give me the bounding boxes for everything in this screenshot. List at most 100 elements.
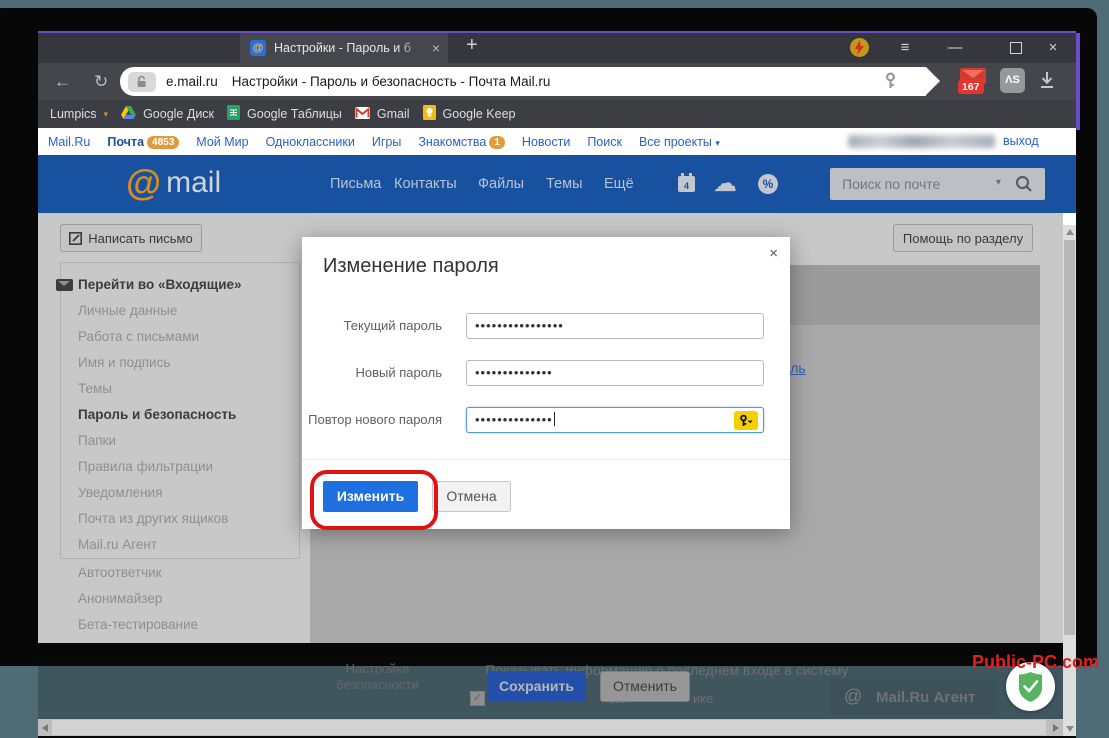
tab-close-icon[interactable]: × (432, 40, 440, 56)
nav-poisk[interactable]: Поиск (587, 135, 622, 149)
help-button[interactable]: Помощь по разделу (893, 224, 1033, 252)
change-password-dialog: × Изменение пароля Текущий пароль ••••••… (302, 237, 790, 529)
dialog-title: Изменение пароля (323, 255, 499, 278)
bookmark-google-keep[interactable]: Google Keep (423, 105, 516, 123)
nav-odnoklassniki[interactable]: Одноклассники (266, 135, 355, 149)
mail-notifier-icon[interactable]: 167 (958, 67, 992, 95)
header-nav-temy[interactable]: Темы (546, 155, 583, 213)
scroll-right-arrow[interactable] (1053, 724, 1059, 732)
dialog-footer-divider (302, 459, 790, 460)
tab-title: Настройки - Пароль и б (274, 41, 424, 55)
repeat-password-field[interactable]: •••••••••••••• (466, 407, 764, 433)
chevron-down-icon: ▾ (104, 109, 109, 120)
bookmark-google-sheets[interactable]: Google Таблицы (227, 105, 342, 123)
header-nav-pisma[interactable]: Письма (330, 155, 381, 213)
sidebar-item-password-security[interactable]: Пароль и безопасность (78, 407, 236, 422)
mail-header: @ mail Письма Контакты Файлы Темы Ещё 4 … (38, 155, 1076, 213)
google-keep-icon (423, 105, 436, 123)
inbox-envelope-icon (56, 279, 73, 291)
sidebar-item-agent[interactable]: Mail.ru Агент (78, 537, 157, 552)
maximize-button[interactable] (1010, 42, 1022, 54)
web-page: Mail.Ru Почта4853 Мой Мир Одноклассники … (38, 128, 1076, 643)
horizontal-scrollbar[interactable] (38, 719, 1063, 736)
horizontal-scroll-thumb[interactable] (52, 720, 1046, 735)
url-page-title: Настройки - Пароль и безопасность - Почт… (232, 74, 551, 89)
nav-novosti[interactable]: Новости (522, 135, 570, 149)
mailru-favicon-icon: @ (250, 40, 266, 56)
downloads-icon[interactable] (1036, 68, 1060, 93)
nav-znakomstva[interactable]: Знакомства1 (418, 135, 505, 149)
header-nav-kontakty[interactable]: Контакты (394, 155, 457, 213)
nav-igry[interactable]: Игры (372, 135, 401, 149)
sidebar-item-notifications[interactable]: Уведомления (78, 485, 162, 500)
bookmark-google-drive[interactable]: Google Диск (121, 106, 214, 122)
sidebar-item-autoresponder[interactable]: Автоответчик (78, 565, 162, 580)
dialog-cancel-button[interactable]: Отмена (432, 481, 511, 512)
dating-count-badge: 1 (489, 136, 505, 149)
browser-tab[interactable]: @ Настройки - Пароль и б × (240, 33, 448, 63)
text-cursor (554, 412, 555, 426)
mail-count-badge: 4853 (147, 136, 179, 149)
sidebar-item-name-signature[interactable]: Имя и подпись (78, 355, 170, 370)
mail-count-badge: 167 (958, 80, 984, 94)
google-drive-icon (121, 106, 136, 122)
refresh-button[interactable]: ↻ (94, 63, 108, 100)
compose-button[interactable]: Написать письмо (60, 224, 202, 252)
window-accent-border (1076, 33, 1080, 130)
bookmark-folder-lumpics[interactable]: Lumpics▾ (50, 107, 108, 121)
nav-pochta[interactable]: Почта4853 (107, 135, 179, 149)
browser-menu-button[interactable]: ≡ (890, 33, 920, 63)
address-bar[interactable]: e.mail.ru Настройки - Пароль и безопасно… (120, 67, 926, 96)
password-key-icon[interactable] (883, 72, 898, 95)
sidebar-item-inbox[interactable]: Перейти во «Входящие» (78, 277, 242, 292)
logout-link[interactable]: выход (1003, 134, 1039, 148)
scroll-left-arrow[interactable] (42, 724, 48, 732)
nav-vse-proekty[interactable]: Все проекты ▾ (639, 135, 720, 149)
sidebar-item-filters[interactable]: Правила фильтрации (78, 459, 213, 474)
vertical-scroll-thumb[interactable] (1064, 240, 1075, 635)
search-placeholder: Поиск по почте (842, 176, 940, 192)
chevron-down-icon: ▾ (715, 138, 720, 148)
address-toolbar: ← ↻ e.mail.ru Настройки - Пароль и безоп… (38, 63, 1076, 100)
header-nav-esche[interactable]: Ещё (604, 155, 634, 213)
cloud-icon[interactable]: ☁ (713, 172, 737, 196)
minimize-button[interactable]: — (940, 33, 970, 63)
search-icon[interactable] (1015, 175, 1033, 198)
red-highlight-annotation (310, 470, 438, 530)
nav-moy-mir[interactable]: Мой Мир (196, 135, 248, 149)
protect-lightning-icon[interactable] (850, 38, 869, 57)
sidebar-item-anonymizer[interactable]: Анонимайзер (78, 591, 162, 606)
discounts-icon[interactable]: % (758, 174, 778, 194)
url-domain: e.mail.ru (166, 74, 218, 89)
sidebar-item-themes[interactable]: Темы (78, 381, 112, 396)
calendar-icon[interactable]: 4 (678, 176, 695, 192)
scroll-up-arrow[interactable] (1066, 229, 1074, 235)
mailru-logo[interactable]: @ mail (126, 163, 221, 203)
mail-search-box[interactable]: Поиск по почте ▾ (830, 168, 1045, 200)
repeat-password-label: Повтор нового пароля (302, 407, 442, 433)
tab-bar: @ Настройки - Пароль и б × + ≡ — × (38, 33, 1076, 63)
current-password-field[interactable]: •••••••••••••••• (466, 313, 764, 339)
new-password-field[interactable]: •••••••••••••• (466, 360, 764, 386)
new-tab-button[interactable]: + (466, 34, 478, 57)
user-email-blurred (848, 135, 995, 148)
sidebar-item-other-mailboxes[interactable]: Почта из других ящиков (78, 511, 228, 526)
nav-mailru[interactable]: Mail.Ru (48, 135, 90, 149)
bookmarks-bar: Lumpics▾ Google Диск Google Таблицы Gmai… (38, 100, 1076, 128)
connection-lock-icon[interactable] (128, 72, 156, 92)
extension-badge-icon[interactable]: ΛS (1000, 68, 1025, 93)
sidebar-item-folders[interactable]: Папки (78, 433, 116, 448)
search-scope-dropdown-icon[interactable]: ▾ (996, 177, 1001, 188)
sidebar-item-personal[interactable]: Личные данные (78, 303, 177, 318)
password-manager-key-icon[interactable] (734, 411, 758, 430)
logo-at-icon: @ (126, 163, 161, 203)
browser-window: @ Настройки - Пароль и б × + ≡ — × ← ↻ e… (38, 31, 1076, 643)
back-button[interactable]: ← (54, 63, 71, 100)
bookmark-gmail[interactable]: Gmail (355, 107, 410, 122)
sidebar-item-mail-handling[interactable]: Работа с письмами (78, 329, 199, 344)
dialog-close-icon[interactable]: × (769, 245, 778, 262)
header-nav-faily[interactable]: Файлы (478, 155, 524, 213)
close-window-button[interactable]: × (1038, 33, 1068, 63)
scroll-down-arrow[interactable] (1066, 726, 1074, 732)
sidebar-item-beta[interactable]: Бета-тестирование (78, 617, 198, 632)
